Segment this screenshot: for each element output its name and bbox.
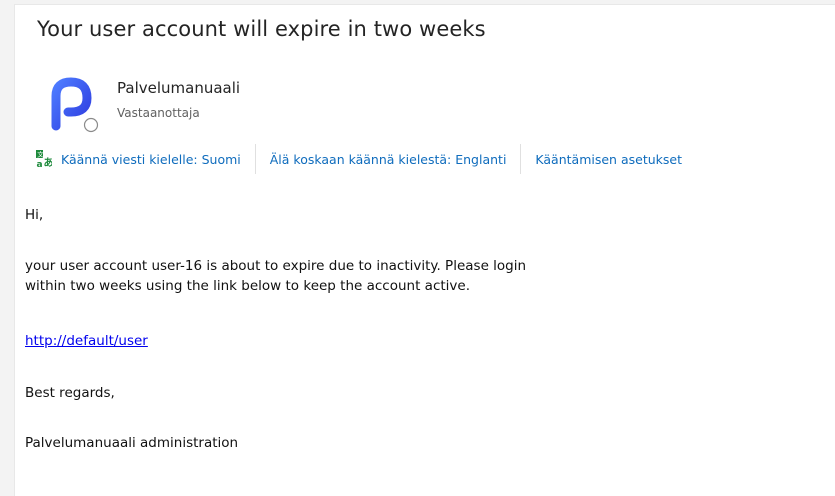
email-subject: Your user account will expire in two wee…	[37, 17, 486, 41]
user-account-link[interactable]: http://default/user	[25, 333, 148, 349]
translate-icon: 文 a あ	[36, 150, 54, 170]
palvelumanuaali-logo-icon	[51, 77, 99, 133]
email-body-line: within two weeks using the link below to…	[25, 278, 471, 294]
email-greeting: Hi,	[25, 207, 44, 223]
divider	[254, 144, 256, 174]
translation-settings-link[interactable]: Kääntämisen asetukset	[535, 152, 682, 167]
sender-avatar[interactable]	[47, 74, 103, 136]
divider	[520, 144, 522, 174]
svg-text:あ: あ	[44, 156, 53, 168]
email-closing: Best regards,	[25, 385, 115, 401]
sender-name[interactable]: Palvelumanuaali	[117, 79, 240, 97]
translate-message-link[interactable]: Käännä viesti kielelle: Suomi	[61, 152, 241, 167]
presence-status-icon	[83, 117, 99, 133]
never-translate-link[interactable]: Älä koskaan käännä kielestä: Englanti	[270, 152, 507, 167]
email-body-line: your user account user-16 is about to ex…	[25, 258, 527, 274]
email-signature: Palvelumanuaali administration	[25, 435, 239, 451]
translation-bar: 文 a あ Käännä viesti kielelle: Suomi Älä …	[36, 144, 682, 174]
recipient-label: Vastaanottaja	[117, 106, 200, 120]
svg-text:a: a	[37, 160, 43, 168]
email-reading-pane: Your user account will expire in two wee…	[14, 4, 835, 496]
